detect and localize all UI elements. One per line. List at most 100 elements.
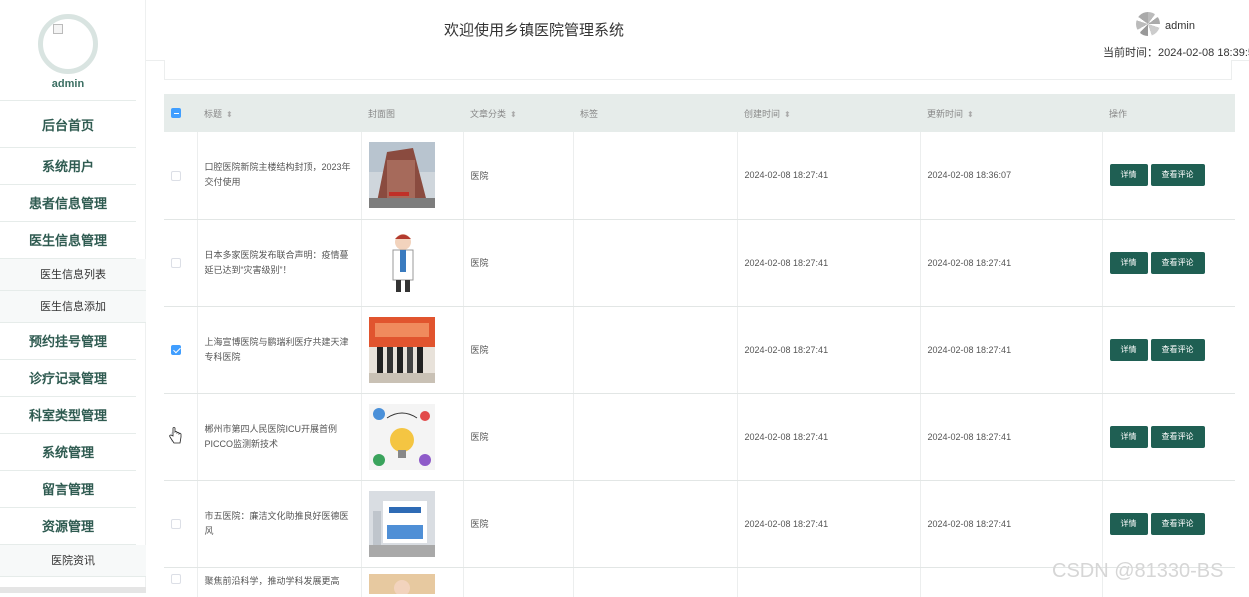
sort-icon[interactable]: ⬍ [510,110,517,119]
updated-time: 2024-02-08 18:27:41 [920,393,1103,481]
actions-cell: 详情 查看评论 [1102,306,1235,394]
actions-cell: 详情 查看评论 [1102,132,1235,220]
table-header: 标题 ⬍ 封面图 文章分类 ⬍ 标签 创建时间 ⬍ 更新时间 ⬍ 操作 [164,94,1235,132]
cover-cell [361,480,464,568]
row-checkbox[interactable] [171,518,181,529]
sort-icon[interactable]: ⬍ [226,110,233,119]
sidebar-item-appointments[interactable]: 预约挂号管理 [0,323,136,360]
view-comments-button[interactable]: 查看评论 [1150,251,1205,274]
created-time: 2024-02-08 18:27:41 [737,219,921,307]
sidebar-item-system[interactable]: 系统管理 [0,434,136,471]
sidebar-item-system-users[interactable]: 系统用户 [0,148,136,185]
created-time: 2024-02-08 18:27:41 [737,393,921,481]
cover-cell [361,132,464,220]
sidebar-item-records[interactable]: 诊疗记录管理 [0,360,136,397]
article-category: 医院 [463,219,574,307]
column-header-tag: 标签 [580,108,599,119]
updated-time: 2024-02-08 18:27:41 [920,480,1103,568]
column-header-category[interactable]: 文章分类 ⬍ [463,94,573,132]
sidebar-scrollbar[interactable] [0,587,146,593]
detail-button[interactable]: 详情 [1109,251,1148,274]
sort-icon[interactable]: ⬍ [784,110,791,119]
row-checkbox[interactable] [171,170,181,181]
detail-button[interactable]: 详情 [1109,164,1148,187]
header-username[interactable]: admin [1165,20,1195,32]
actions-cell: 详情 查看评论 [1102,393,1235,481]
actions-cell: 详情 查看评论 [1102,480,1235,568]
sidebar-subitem-hospital-news[interactable]: 医院资讯 [0,545,146,577]
column-header-actions: 操作 [1109,108,1128,119]
table-row: 市五医院：廉洁文化助推良好医德医风 医院 2024-02-08 18:27:41… [164,480,1235,568]
column-header-cover: 封面图 [368,108,396,119]
table-row: 上海宣博医院与鹏瑞利医疗共建天津专科医院 医院 2024-02-08 18:27… [164,306,1235,394]
sidebar-item-doctors[interactable]: 医生信息管理 [0,222,136,259]
sort-icon[interactable]: ⬍ [967,110,974,119]
cover-cell [361,219,464,307]
article-category: 医院 [463,132,574,220]
created-time: 2024-02-08 18:27:41 [737,306,921,394]
table-row: 口腔医院新院主楼结构封顶，2023年交付使用 医院 2024-02-08 18:… [164,132,1235,220]
cover-image [368,316,435,383]
article-title[interactable]: 上海宣博医院与鹏瑞利医疗共建天津专科医院 [197,306,362,394]
watermark-text: CSDN @81330-BS [1052,560,1224,582]
cover-cell [361,393,464,481]
cover-image [368,229,435,296]
article-title[interactable]: 口腔医院新院主楼结构封顶，2023年交付使用 [197,132,362,220]
view-comments-button[interactable]: 查看评论 [1150,164,1205,187]
article-title[interactable]: 日本多家医院发布联合声明：疫情蔓延已达到“灾害级别”！ [197,219,362,307]
sidebar-username: admin [51,78,85,90]
user-avatar[interactable] [1136,12,1160,36]
column-header-created[interactable]: 创建时间 ⬍ [737,94,920,132]
view-comments-button[interactable]: 查看评论 [1150,338,1205,361]
cover-image [368,490,435,557]
broken-image-icon [53,24,63,34]
article-tag [573,219,738,307]
select-all-checkbox[interactable] [171,108,181,119]
hand-cursor-icon [169,427,182,444]
cover-image [368,573,435,594]
detail-button[interactable]: 详情 [1109,512,1148,535]
article-tag [573,132,738,220]
sidebar-subitem-doctor-list[interactable]: 医生信息列表 [0,259,146,291]
row-checkbox[interactable] [171,574,181,585]
sidebar-subitem-doctor-add[interactable]: 医生信息添加 [0,291,146,323]
updated-time: 2024-02-08 18:36:07 [920,132,1103,220]
table-row: 日本多家医院发布联合声明：疫情蔓延已达到“灾害级别”！ 医院 2024-02-0… [164,219,1235,307]
article-table: 标题 ⬍ 封面图 文章分类 ⬍ 标签 创建时间 ⬍ 更新时间 ⬍ 操作 口腔医院新院主楼… [164,94,1235,597]
view-comments-button[interactable]: 查看评论 [1150,512,1205,535]
article-tag [573,480,738,568]
sidebar-item-departments[interactable]: 科室类型管理 [0,397,136,434]
article-tag [573,306,738,394]
actions-cell: 详情 查看评论 [1102,219,1235,307]
cover-image [368,142,435,209]
view-comments-button[interactable]: 查看评论 [1150,425,1205,448]
row-checkbox[interactable] [171,257,181,268]
article-category: 医院 [463,306,574,394]
sidebar-menu: 后台首页 系统用户 患者信息管理 医生信息管理 医生信息列表 医生信息添加 预约… [0,100,146,577]
top-bar: 欢迎使用乡镇医院管理系统 admin 当前时间：2024-02-08 18:39… [146,0,1249,61]
cover-image [368,403,435,470]
article-title[interactable]: 郴州市第四人民医院ICU开展首例PICCO监测新技术 [197,393,362,481]
sidebar-item-resources[interactable]: 资源管理 [0,508,136,545]
row-checkbox[interactable] [171,344,181,355]
detail-button[interactable]: 详情 [1109,425,1148,448]
article-tag [573,393,738,481]
detail-button[interactable]: 详情 [1109,338,1148,361]
sidebar-item-patients[interactable]: 患者信息管理 [0,185,136,222]
updated-time: 2024-02-08 18:27:41 [920,306,1103,394]
article-title[interactable]: 市五医院：廉洁文化助推良好医德医风 [197,480,362,568]
created-time: 2024-02-08 18:27:41 [737,132,921,220]
sidebar-item-messages[interactable]: 留言管理 [0,471,136,508]
search-panel [164,60,1232,80]
table-row: 郴州市第四人民医院ICU开展首例PICCO监测新技术 医院 2024-02-08… [164,393,1235,481]
sidebar-item-home[interactable]: 后台首页 [0,100,136,148]
sidebar: admin 后台首页 系统用户 患者信息管理 医生信息管理 医生信息列表 医生信… [0,0,146,593]
article-category: 医院 [463,480,574,568]
created-time: 2024-02-08 18:27:41 [737,480,921,568]
select-all-cell [164,94,197,132]
avatar[interactable] [38,14,98,74]
updated-time: 2024-02-08 18:27:41 [920,219,1103,307]
current-time: 当前时间：2024-02-08 18:39:53 [1103,47,1249,59]
column-header-title[interactable]: 标题 ⬍ [197,94,361,132]
column-header-updated[interactable]: 更新时间 ⬍ [920,94,1102,132]
